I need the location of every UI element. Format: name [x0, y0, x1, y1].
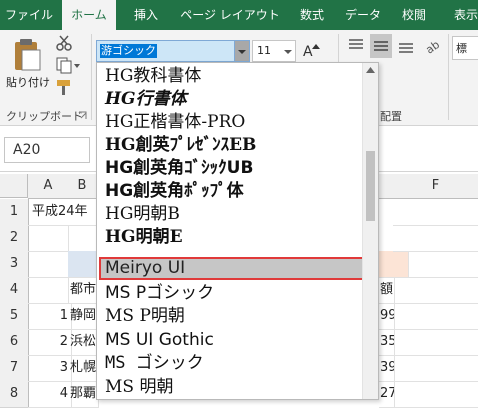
font-option[interactable]: HG正楷書体-PRO	[99, 111, 368, 134]
cell-f5[interactable]	[393, 303, 478, 330]
font-option[interactable]: HG明朝E	[99, 226, 368, 249]
dropdown-scrollbar[interactable]	[362, 63, 378, 399]
select-all-corner[interactable]	[0, 174, 28, 198]
column-header-a[interactable]: A	[28, 174, 69, 199]
cell-f3[interactable]	[408, 251, 478, 278]
name-box-value: A20	[13, 142, 41, 158]
alignment-group-label: 配置	[380, 110, 402, 123]
chevron-down-icon	[284, 50, 292, 54]
font-name-value: 游ゴシック	[100, 44, 157, 58]
cell-f4[interactable]	[393, 277, 478, 304]
cell-b6[interactable]: 浜松	[68, 329, 99, 356]
cell-b2[interactable]	[68, 225, 97, 252]
cell-b4[interactable]: 都市	[68, 277, 99, 304]
font-option[interactable]: HG創英ﾌﾟﾚｾﾞﾝｽEB	[99, 134, 368, 157]
row-header-6[interactable]: 6	[0, 329, 29, 356]
cell-a3[interactable]	[28, 251, 69, 278]
tab-home[interactable]: ホーム	[62, 0, 116, 30]
cell-f7[interactable]	[393, 355, 478, 382]
row-header-8[interactable]: 8	[0, 381, 29, 408]
cell-b5[interactable]: 静岡	[68, 303, 99, 330]
align-top-icon[interactable]	[346, 36, 366, 56]
font-option[interactable]: HG行書体	[99, 88, 368, 111]
row-header-3[interactable]: 3	[0, 251, 29, 278]
column-header-b[interactable]: B	[68, 174, 97, 199]
cell-a7[interactable]: 3	[28, 355, 72, 382]
row-header-2[interactable]: 2	[0, 225, 29, 252]
cell-a2[interactable]	[28, 225, 69, 252]
font-name-dropdown-button[interactable]	[234, 41, 249, 61]
tab-review[interactable]: 校閲	[392, 0, 436, 30]
cell-f1[interactable]	[393, 199, 478, 226]
align-middle-button[interactable]	[370, 34, 392, 58]
ribbon-tab-bar: ファイル ホーム 挿入 ページ レイアウト 数式 データ 校閲 表示	[0, 0, 478, 30]
font-size-value: 11	[257, 44, 271, 57]
font-option[interactable]: MS 明朝	[99, 376, 368, 399]
paste-button[interactable]: 貼り付け	[6, 36, 50, 96]
paste-label: 貼り付け	[6, 76, 50, 89]
cell-e3[interactable]	[379, 251, 409, 278]
font-option[interactable]: HG教科書体	[99, 65, 368, 88]
cell-b7[interactable]: 札幌	[68, 355, 99, 382]
font-option[interactable]: MS UI Gothic	[99, 329, 368, 352]
cell-f2[interactable]	[393, 225, 478, 252]
grow-font-icon[interactable]: A	[302, 40, 322, 60]
align-middle-icon	[374, 41, 388, 51]
column-header-e[interactable]	[379, 174, 394, 199]
number-format-value: 標	[456, 42, 467, 55]
font-option[interactable]: MS P明朝	[99, 305, 368, 328]
cell-a6[interactable]: 2	[28, 329, 72, 356]
tab-view[interactable]: 表示	[444, 0, 478, 30]
scrollbar-thumb[interactable]	[366, 151, 375, 221]
chevron-down-icon	[238, 50, 246, 54]
font-option[interactable]: HG創英角ｺﾞｼｯｸUB	[99, 157, 368, 180]
name-box[interactable]: A20	[4, 137, 90, 163]
group-divider	[448, 34, 449, 120]
font-option[interactable]: MS ゴシック	[99, 352, 368, 375]
format-painter-icon[interactable]	[54, 78, 74, 96]
row-header-4[interactable]: 4	[0, 277, 29, 304]
font-option[interactable]: MS Pゴシック	[99, 282, 368, 305]
cell-f6[interactable]	[393, 329, 478, 356]
align-bottom-icon[interactable]	[396, 36, 416, 56]
row-header-1[interactable]: 1	[0, 199, 29, 226]
tab-formulas[interactable]: 数式	[290, 0, 334, 30]
cell-f8[interactable]	[393, 381, 478, 408]
orientation-icon[interactable]: ab	[423, 36, 442, 57]
row-header-5[interactable]: 5	[0, 303, 29, 330]
font-size-combobox[interactable]: 11	[252, 40, 296, 62]
svg-text:ab: ab	[424, 38, 442, 56]
group-divider	[91, 34, 92, 120]
tab-insert[interactable]: 挿入	[124, 0, 168, 30]
clipboard-launcher-icon[interactable]	[78, 110, 88, 120]
tab-page-layout[interactable]: ページ レイアウト	[176, 0, 284, 30]
column-header-f[interactable]: F	[393, 174, 478, 199]
tab-data[interactable]: データ	[338, 0, 388, 30]
font-option-selected[interactable]: Meiryo UI	[99, 257, 368, 280]
cell-a4[interactable]	[28, 277, 69, 304]
cell-a8[interactable]: 4	[28, 381, 72, 408]
font-dropdown-list[interactable]: HG教科書体 HG行書体 HG正楷書体-PRO HG創英ﾌﾟﾚｾﾞﾝｽEB HG…	[96, 62, 379, 400]
cell-b3[interactable]	[68, 251, 97, 278]
tab-file[interactable]: ファイル	[0, 0, 58, 30]
font-option[interactable]: HG明朝B	[99, 203, 368, 226]
font-name-combobox[interactable]: 游ゴシック	[96, 40, 250, 62]
scroll-up-icon[interactable]	[366, 67, 375, 73]
font-option[interactable]: HG創英角ﾎﾟｯﾌﾟ体	[99, 180, 368, 203]
copy-icon[interactable]	[54, 56, 80, 74]
cell-b8[interactable]: 那覇	[68, 381, 99, 408]
row-header-7[interactable]: 7	[0, 355, 29, 382]
cell-a1[interactable]: 平成24年	[28, 199, 100, 226]
clipboard-group-label: クリップボード	[6, 110, 83, 123]
paste-icon	[15, 39, 41, 71]
svg-text:A: A	[303, 44, 313, 60]
cut-icon[interactable]	[54, 34, 74, 52]
number-format-select[interactable]: 標	[452, 36, 478, 60]
cell-a5[interactable]: 1	[28, 303, 72, 330]
